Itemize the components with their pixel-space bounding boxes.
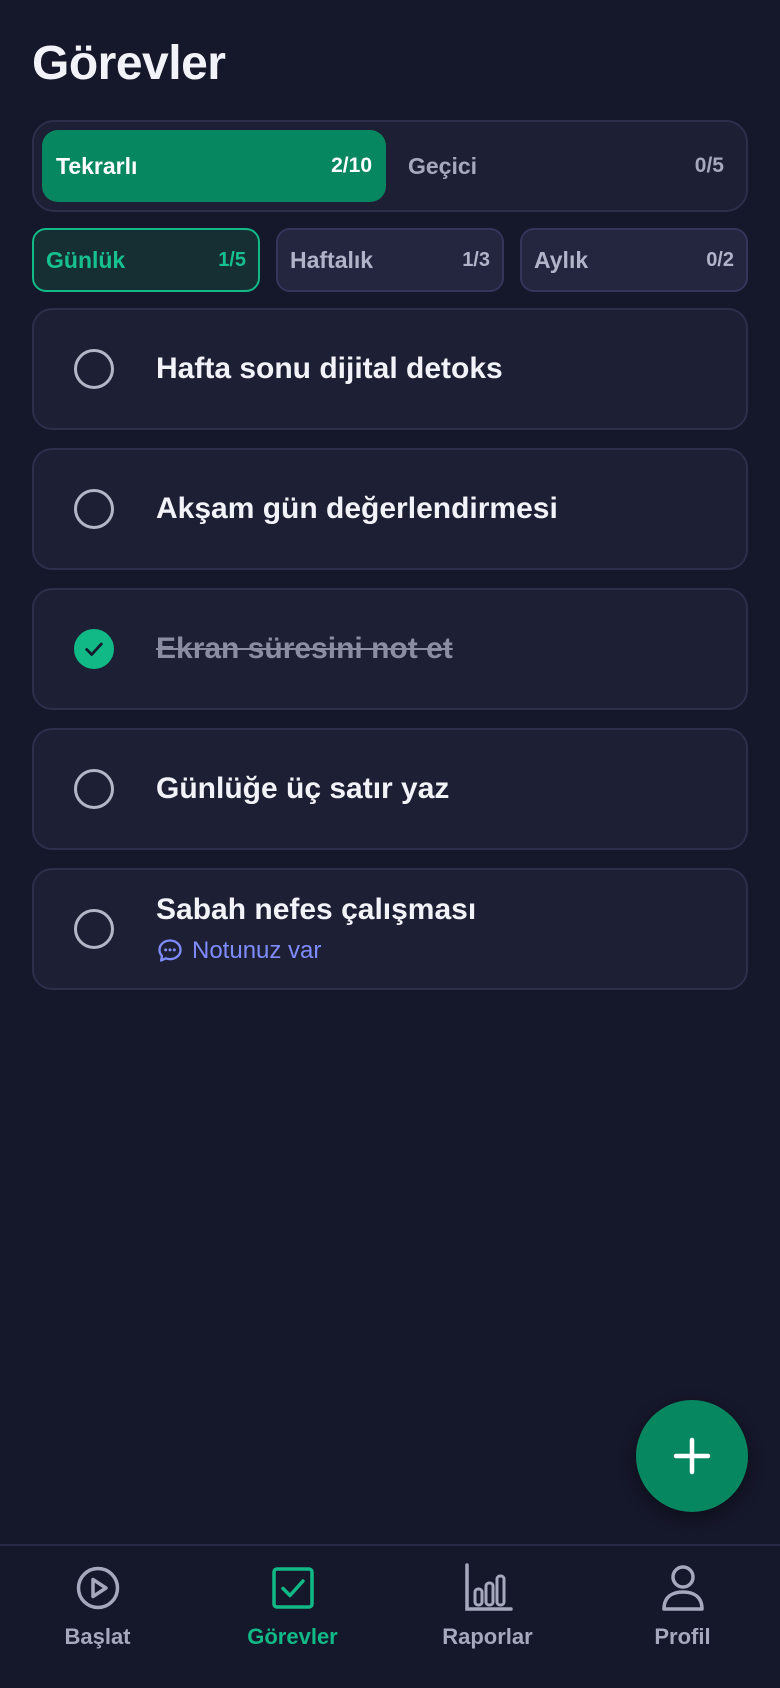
segment-label: Geçici xyxy=(408,152,478,179)
segment-label: Tekrarlı xyxy=(56,152,138,179)
filter-daily[interactable]: Günlük 1/5 xyxy=(32,228,260,292)
play-circle-icon xyxy=(75,1562,121,1614)
task-checkbox-checked[interactable] xyxy=(74,629,114,669)
filter-label: Aylık xyxy=(534,246,589,273)
chat-bubble-icon xyxy=(158,939,182,962)
nav-item-tasks[interactable]: Görevler xyxy=(195,1546,390,1688)
task-title: Akşam gün değerlendirmesi xyxy=(156,492,558,525)
add-task-button[interactable] xyxy=(636,1400,748,1512)
nav-label: Profil xyxy=(654,1624,711,1649)
app-root: Görevler Tekrarlı 2/10 Geçici 0/5 Günlük… xyxy=(0,0,780,1688)
task-item[interactable]: Ekran süresini not et xyxy=(32,588,748,710)
checkmark-icon xyxy=(85,642,103,656)
task-title: Hafta sonu dijital detoks xyxy=(156,352,503,385)
task-checkbox[interactable] xyxy=(74,349,114,389)
task-note-label: Notunuz var xyxy=(192,937,322,964)
segment-count: 0/5 xyxy=(694,154,724,177)
filter-count: 0/2 xyxy=(706,248,734,271)
filter-label: Haftalık xyxy=(290,246,374,273)
nav-item-start[interactable]: Başlat xyxy=(0,1546,195,1688)
task-note[interactable]: Notunuz var xyxy=(156,937,726,965)
task-item[interactable]: Hafta sonu dijital detoks xyxy=(32,308,748,430)
bottom-navigation: Başlat Görevler Raporlar Profil xyxy=(0,1544,780,1688)
nav-item-reports[interactable]: Raporlar xyxy=(390,1546,585,1688)
task-list: Hafta sonu dijital detoks Akşam gün değe… xyxy=(32,308,748,990)
nav-label: Raporlar xyxy=(442,1624,533,1649)
segment-temporary[interactable]: Geçici 0/5 xyxy=(394,130,738,202)
task-type-segment: Tekrarlı 2/10 Geçici 0/5 xyxy=(32,120,748,212)
segment-count: 2/10 xyxy=(331,154,372,177)
task-checkbox[interactable] xyxy=(74,489,114,529)
filter-weekly[interactable]: Haftalık 1/3 xyxy=(276,228,504,292)
bar-chart-icon xyxy=(463,1562,513,1614)
plus-icon xyxy=(673,1437,711,1475)
filter-monthly[interactable]: Aylık 0/2 xyxy=(520,228,748,292)
task-title: Sabah nefes çalışması xyxy=(156,893,477,926)
nav-item-profile[interactable]: Profil xyxy=(585,1546,780,1688)
task-item[interactable]: Akşam gün değerlendirmesi xyxy=(32,448,748,570)
task-item[interactable]: Sabah nefes çalışması Notunuz var xyxy=(32,868,748,990)
task-item[interactable]: Günlüğe üç satır yaz xyxy=(32,728,748,850)
segment-recurring[interactable]: Tekrarlı 2/10 xyxy=(42,130,386,202)
page-title: Görevler xyxy=(32,37,226,90)
task-checkbox[interactable] xyxy=(74,909,114,949)
checkbox-icon xyxy=(271,1562,315,1614)
frequency-filter: Günlük 1/5 Haftalık 1/3 Aylık 0/2 xyxy=(32,228,748,292)
filter-count: 1/5 xyxy=(218,248,246,271)
task-title: Ekran süresini not et xyxy=(156,632,453,665)
user-icon xyxy=(660,1562,706,1614)
filter-count: 1/3 xyxy=(462,248,490,271)
task-title: Günlüğe üç satır yaz xyxy=(156,772,450,805)
nav-label: Görevler xyxy=(247,1624,338,1649)
nav-label: Başlat xyxy=(64,1624,131,1649)
filter-label: Günlük xyxy=(46,246,126,273)
task-checkbox[interactable] xyxy=(74,769,114,809)
